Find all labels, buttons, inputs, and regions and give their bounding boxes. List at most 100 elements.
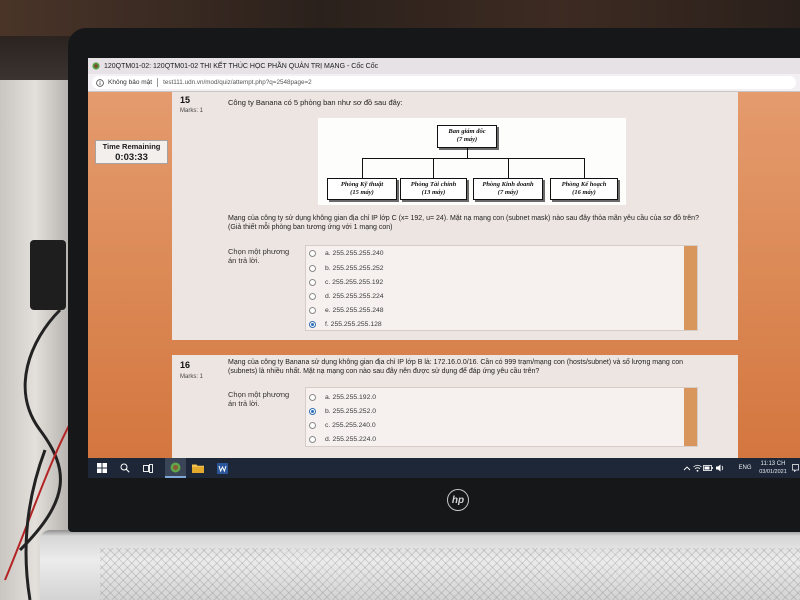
connector-line — [467, 148, 468, 158]
notification-icon[interactable] — [791, 458, 799, 478]
option-radio[interactable] — [309, 421, 316, 429]
option-label[interactable]: f. 255.255.255.128 — [325, 321, 382, 328]
url-text[interactable]: test111.udn.vn/mod/quiz/attempt.php?q=25… — [163, 79, 312, 86]
answer-option[interactable]: a. 255.255.192.0 — [309, 391, 376, 403]
timer-label: Time Remaining — [102, 142, 161, 151]
option-radio[interactable] — [309, 435, 316, 443]
window-title-bar: 120QTM01-02: 120QTM01-02 THI KẾT THÚC HỌ… — [88, 58, 800, 74]
option-radio[interactable] — [309, 264, 316, 272]
connector-line — [362, 158, 585, 159]
option-radio[interactable] — [309, 393, 316, 401]
security-label[interactable]: Không bảo mật — [108, 79, 152, 86]
question-marks: Marks: 1 — [180, 108, 204, 114]
org-node-machines: (15 máy) — [350, 189, 374, 196]
word-glyph — [216, 462, 228, 474]
answer-option[interactable]: e. 255.255.255.248 — [309, 304, 384, 316]
question-card: 16 Marks: 1 Mạng của công ty Banana sử d… — [172, 355, 738, 458]
task-view-glyph — [143, 463, 153, 473]
option-label[interactable]: c. 255.255.255.192 — [325, 279, 383, 286]
folder-glyph — [192, 464, 204, 473]
org-node-machines: (13 máy) — [421, 189, 446, 196]
option-radio[interactable] — [309, 278, 316, 286]
taskbar-clock[interactable]: 11:13 CH 03/01/2021 — [756, 460, 790, 476]
speaker-glyph — [715, 464, 723, 472]
answer-option[interactable]: b. 255.255.255.252 — [309, 262, 384, 274]
org-node-department: Phòng Kỹ thuật (15 máy) — [327, 178, 397, 200]
option-radio[interactable] — [309, 249, 316, 257]
option-label[interactable]: e. 255.255.255.248 — [325, 307, 384, 314]
answer-prompt: Chọn một phương án trả lời. — [228, 390, 290, 408]
file-explorer-icon[interactable] — [190, 458, 206, 478]
answer-option[interactable]: f. 255.255.255.128 — [309, 318, 382, 330]
quiz-page: Time Remaining 0:03:33 15 Marks: 1 Công … — [88, 92, 800, 458]
question-intro: Công ty Banana có 5 phòng ban như sơ đồ … — [228, 98, 403, 107]
laptop-screen: 120QTM01-02: 120QTM01-02 THI KẾT THÚC HỌ… — [88, 58, 800, 478]
answer-prompt: Chọn một phương án trả lời. — [228, 247, 290, 265]
chevron-up-icon[interactable] — [682, 458, 692, 478]
answer-option[interactable]: d. 255.255.255.224 — [309, 290, 384, 302]
connector-line — [584, 158, 585, 178]
option-label[interactable]: d. 255.255.255.224 — [325, 293, 384, 300]
laptop-base — [40, 530, 800, 600]
org-node-name: Phòng Kế hoạch — [561, 181, 607, 188]
org-node-machines: (7 máy) — [497, 189, 519, 196]
answer-option[interactable]: c. 255.255.255.192 — [309, 276, 383, 288]
coccoc-icon — [92, 62, 100, 70]
volume-icon[interactable] — [715, 458, 725, 478]
url-separator — [157, 78, 159, 87]
battery-glyph — [703, 465, 713, 471]
option-radio[interactable] — [309, 306, 316, 314]
task-view-icon[interactable] — [141, 458, 155, 478]
url-field[interactable]: Không bảo mật test111.udn.vn/mod/quiz/at… — [92, 76, 796, 89]
windows-start-icon[interactable] — [95, 458, 109, 478]
option-label[interactable]: a. 255.255.255.240 — [325, 250, 384, 257]
info-icon[interactable] — [96, 78, 104, 87]
hp-logo: hp — [447, 489, 469, 511]
connector-line — [433, 158, 434, 178]
search-icon[interactable] — [118, 458, 132, 478]
option-label[interactable]: a. 255.255.192.0 — [325, 394, 376, 401]
answer-option[interactable]: c. 255.255.240.0 — [309, 419, 376, 431]
word-icon[interactable] — [214, 458, 230, 478]
coccoc-glyph — [170, 462, 181, 472]
language-indicator[interactable]: ENG — [736, 458, 754, 478]
answer-options: a. 255.255.192.0 b. 255.255.252.0 c. 255… — [305, 387, 698, 447]
battery-icon[interactable] — [703, 458, 713, 478]
option-label[interactable]: d. 255.255.224.0 — [325, 436, 376, 443]
option-label[interactable]: b. 255.255.255.252 — [325, 265, 384, 272]
answer-option[interactable]: b. 255.255.252.0 — [309, 405, 376, 417]
wifi-glyph — [692, 464, 702, 472]
option-label[interactable]: c. 255.255.240.0 — [325, 422, 376, 429]
org-node-department: Phòng Kế hoạch (16 máy) — [550, 178, 618, 200]
timer-box: Time Remaining 0:03:33 — [95, 140, 168, 164]
answer-option[interactable]: d. 255.255.224.0 — [309, 433, 376, 445]
question-marks: Marks: 1 — [180, 374, 204, 380]
answer-options: a. 255.255.255.240 b. 255.255.255.252 c.… — [305, 245, 698, 331]
options-scroll-strip — [684, 388, 697, 446]
taskbar: ENG 11:13 CH 03/01/2021 — [88, 458, 800, 478]
coccoc-browser-icon[interactable] — [165, 458, 186, 478]
option-label[interactable]: b. 255.255.252.0 — [325, 408, 376, 415]
speaker-grille — [100, 548, 800, 600]
option-radio[interactable] — [309, 320, 316, 328]
option-radio[interactable] — [309, 292, 316, 300]
org-node-name: Ban giám đốc — [448, 128, 486, 135]
answer-option[interactable]: a. 255.255.255.240 — [309, 247, 384, 259]
network-icon[interactable] — [692, 458, 702, 478]
connector-line — [362, 158, 363, 178]
question-text: Mạng của công ty Banana sử dụng không gi… — [228, 359, 684, 375]
question-text: Mạng của công ty sử dụng không gian địa … — [228, 215, 699, 231]
org-node-name: Phòng Tài chính — [410, 181, 457, 188]
org-node-name: Phòng Kỹ thuật — [340, 181, 384, 188]
question-card: 15 Marks: 1 Công ty Banana có 5 phòng ba… — [172, 92, 738, 340]
window-title: 120QTM01-02: 120QTM01-02 THI KẾT THÚC HỌ… — [104, 62, 379, 70]
photo-scene: 120QTM01-02: 120QTM01-02 THI KẾT THÚC HỌ… — [0, 0, 800, 600]
question-number: 15 — [180, 95, 191, 105]
option-radio[interactable] — [309, 407, 316, 415]
notification-glyph — [791, 464, 799, 472]
org-node-department: Phòng Kinh doanh (7 máy) — [473, 178, 543, 200]
org-node-machines: (7 máy) — [456, 136, 478, 143]
org-chart-diagram: Ban giám đốc (7 máy) Phòng Kỹ thuật (15 … — [318, 118, 626, 205]
question-number: 16 — [180, 360, 191, 370]
clock-time: 11:13 CH — [760, 461, 786, 467]
